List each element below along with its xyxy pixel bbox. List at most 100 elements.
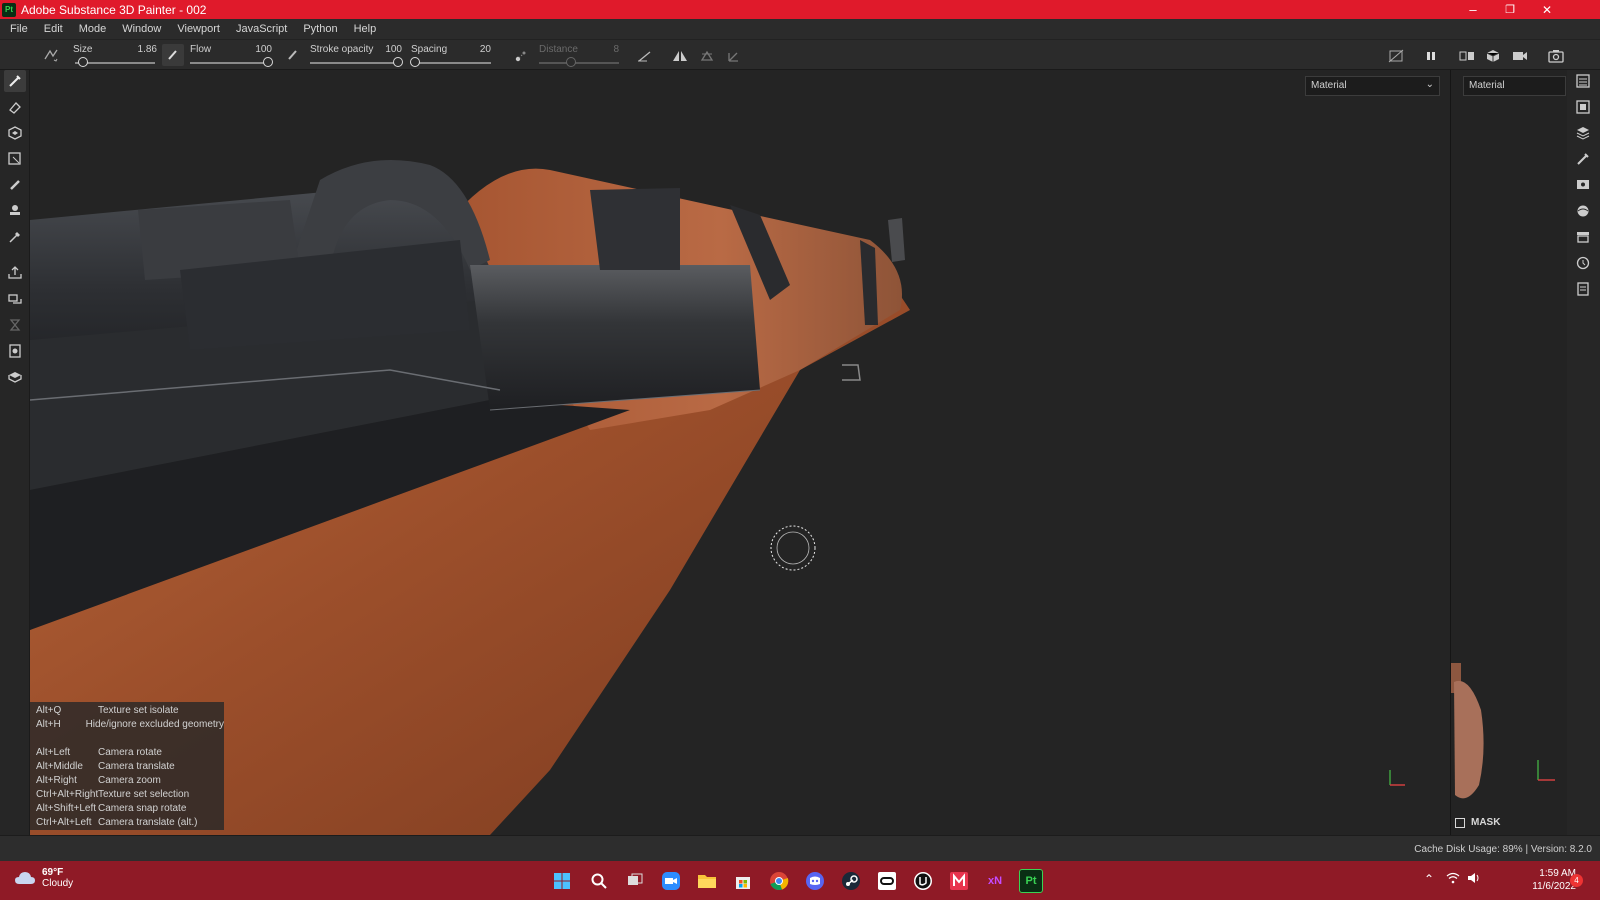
bake-mesh-maps-icon[interactable] (4, 288, 26, 310)
2d-view-panel[interactable]: Material MASK (1450, 70, 1567, 835)
windows-taskbar: 69°F Cloudy xN Pt ⌃ 1:59 AM 11/6/2022 4 (0, 861, 1600, 900)
3d-view-icon[interactable] (1482, 45, 1504, 67)
menu-window[interactable]: Window (114, 23, 169, 35)
brush-preset-icon[interactable] (40, 44, 62, 66)
stroke-opacity-value[interactable]: 100 (385, 44, 402, 55)
shortcut-key (36, 732, 98, 746)
clone-stamp-tool-icon[interactable] (4, 200, 26, 222)
wifi-icon[interactable] (1446, 872, 1460, 887)
shortcut-row: Alt+Middle Camera translate (36, 760, 224, 774)
search-icon[interactable] (587, 869, 611, 893)
menu-help[interactable]: Help (346, 23, 385, 35)
shortcut-action: Texture set selection (98, 789, 190, 800)
stroke-opacity-track[interactable] (310, 62, 398, 64)
pause-render-icon[interactable] (1420, 45, 1442, 67)
properties-brush-icon[interactable] (1572, 148, 1594, 170)
menu-file[interactable]: File (2, 23, 36, 35)
symmetry-settings-icon[interactable] (723, 45, 745, 67)
display-settings-icon[interactable] (1572, 174, 1594, 196)
size-knob[interactable] (78, 57, 88, 67)
left-toolbar (0, 70, 30, 843)
log-icon[interactable] (1572, 278, 1594, 300)
symmetry-icon[interactable] (669, 45, 691, 67)
size-value[interactable]: 1.86 (138, 44, 157, 55)
weather-temperature: 69°F (42, 867, 64, 878)
app-logo-icon: Pt (2, 2, 16, 17)
volume-icon[interactable] (1467, 872, 1481, 887)
menu-viewport[interactable]: Viewport (169, 23, 228, 35)
zoom-app-icon[interactable] (659, 869, 683, 893)
polygon-fill-tool-icon[interactable] (4, 148, 26, 170)
flow-knob[interactable] (263, 57, 273, 67)
flow-pressure-toggle-icon[interactable] (282, 44, 304, 66)
oculus-icon[interactable] (875, 869, 899, 893)
mask-toggle[interactable]: MASK (1455, 817, 1500, 828)
shelf-icon[interactable] (1572, 226, 1594, 248)
shortcut-row: Ctrl+Alt+Right Texture set selection (36, 788, 224, 802)
menu-edit[interactable]: Edit (36, 23, 71, 35)
spacing-knob[interactable] (410, 57, 420, 67)
tray-overflow-chevron-icon[interactable]: ⌃ (1424, 872, 1434, 886)
weather-widget[interactable]: 69°F Cloudy (14, 867, 73, 889)
distance-value[interactable]: 8 (613, 44, 619, 55)
paint-brush-tool-icon[interactable] (4, 70, 26, 92)
file-explorer-icon[interactable] (695, 869, 719, 893)
export-textures-icon[interactable] (4, 262, 26, 284)
shortcut-key: Alt+Shift+Left (36, 803, 97, 814)
title-bar: Pt Adobe Substance 3D Painter - 002 – ❐ … (0, 0, 1600, 19)
history-icon[interactable] (1572, 252, 1594, 274)
spacing-track[interactable] (411, 62, 491, 64)
distance-knob[interactable] (566, 57, 576, 67)
system-clock[interactable]: 1:59 AM 11/6/2022 (1516, 867, 1576, 893)
close-button[interactable]: ✕ (1528, 0, 1566, 19)
camera-icon[interactable] (1509, 45, 1531, 67)
lazy-mouse-icon[interactable] (510, 45, 532, 67)
projection-tool-icon[interactable] (4, 122, 26, 144)
menu-python[interactable]: Python (295, 23, 345, 35)
medibang-icon[interactable] (947, 869, 971, 893)
viewport-material-dropdown[interactable]: Material ⌄ (1305, 76, 1440, 96)
size-pressure-toggle-icon[interactable] (162, 44, 184, 66)
color-picker-tool-icon[interactable] (4, 226, 26, 248)
chrome-icon[interactable] (767, 869, 791, 893)
stroke-opacity-label: Stroke opacity (310, 44, 374, 55)
stroke-opacity-knob[interactable] (393, 57, 403, 67)
uv-editor-icon[interactable] (4, 340, 26, 362)
iray-render-icon[interactable] (4, 366, 26, 388)
shortcut-key: Alt+Right (36, 775, 77, 786)
line-mode-icon[interactable] (634, 45, 656, 67)
task-view-icon[interactable] (623, 869, 647, 893)
menu-mode[interactable]: Mode (71, 23, 115, 35)
weather-text: 69°F Cloudy (42, 867, 73, 889)
menu-javascript[interactable]: JavaScript (228, 23, 295, 35)
shortcut-action: Camera translate (98, 761, 175, 772)
texture-set-list-icon[interactable] (1572, 70, 1594, 92)
minimize-button[interactable]: – (1454, 0, 1492, 19)
split-view-icon[interactable] (1456, 45, 1478, 67)
3d-viewport[interactable]: Material ⌄ (30, 70, 1450, 835)
uv-preview (1451, 663, 1555, 799)
steam-icon[interactable] (839, 869, 863, 893)
environment-icon[interactable] (1572, 200, 1594, 222)
texture-set-settings-icon[interactable] (1572, 96, 1594, 118)
discord-icon[interactable] (803, 869, 827, 893)
eraser-tool-icon[interactable] (4, 96, 26, 118)
symmetry-mirror-icon[interactable] (696, 45, 718, 67)
xnormal-icon[interactable]: xN (983, 869, 1007, 893)
smudge-tool-icon[interactable] (4, 174, 26, 196)
restore-button[interactable]: ❐ (1491, 0, 1529, 19)
flow-value[interactable]: 100 (255, 44, 272, 55)
spacing-value[interactable]: 20 (480, 44, 491, 55)
screenshot-icon[interactable] (1545, 45, 1567, 67)
layers-icon[interactable] (1572, 122, 1594, 144)
distance-track[interactable] (539, 62, 619, 64)
mask-checkbox[interactable] (1455, 817, 1465, 828)
windows-start-icon[interactable] (550, 869, 574, 893)
substance-painter-taskbar-icon[interactable]: Pt (1019, 869, 1043, 893)
flow-track[interactable] (190, 62, 268, 64)
viewport-material-value: Material (1311, 80, 1347, 91)
microsoft-store-icon[interactable] (731, 869, 755, 893)
notification-badge[interactable]: 4 (1570, 874, 1583, 887)
unreal-engine-icon[interactable] (911, 869, 935, 893)
hide-overlay-icon[interactable] (1385, 45, 1407, 67)
